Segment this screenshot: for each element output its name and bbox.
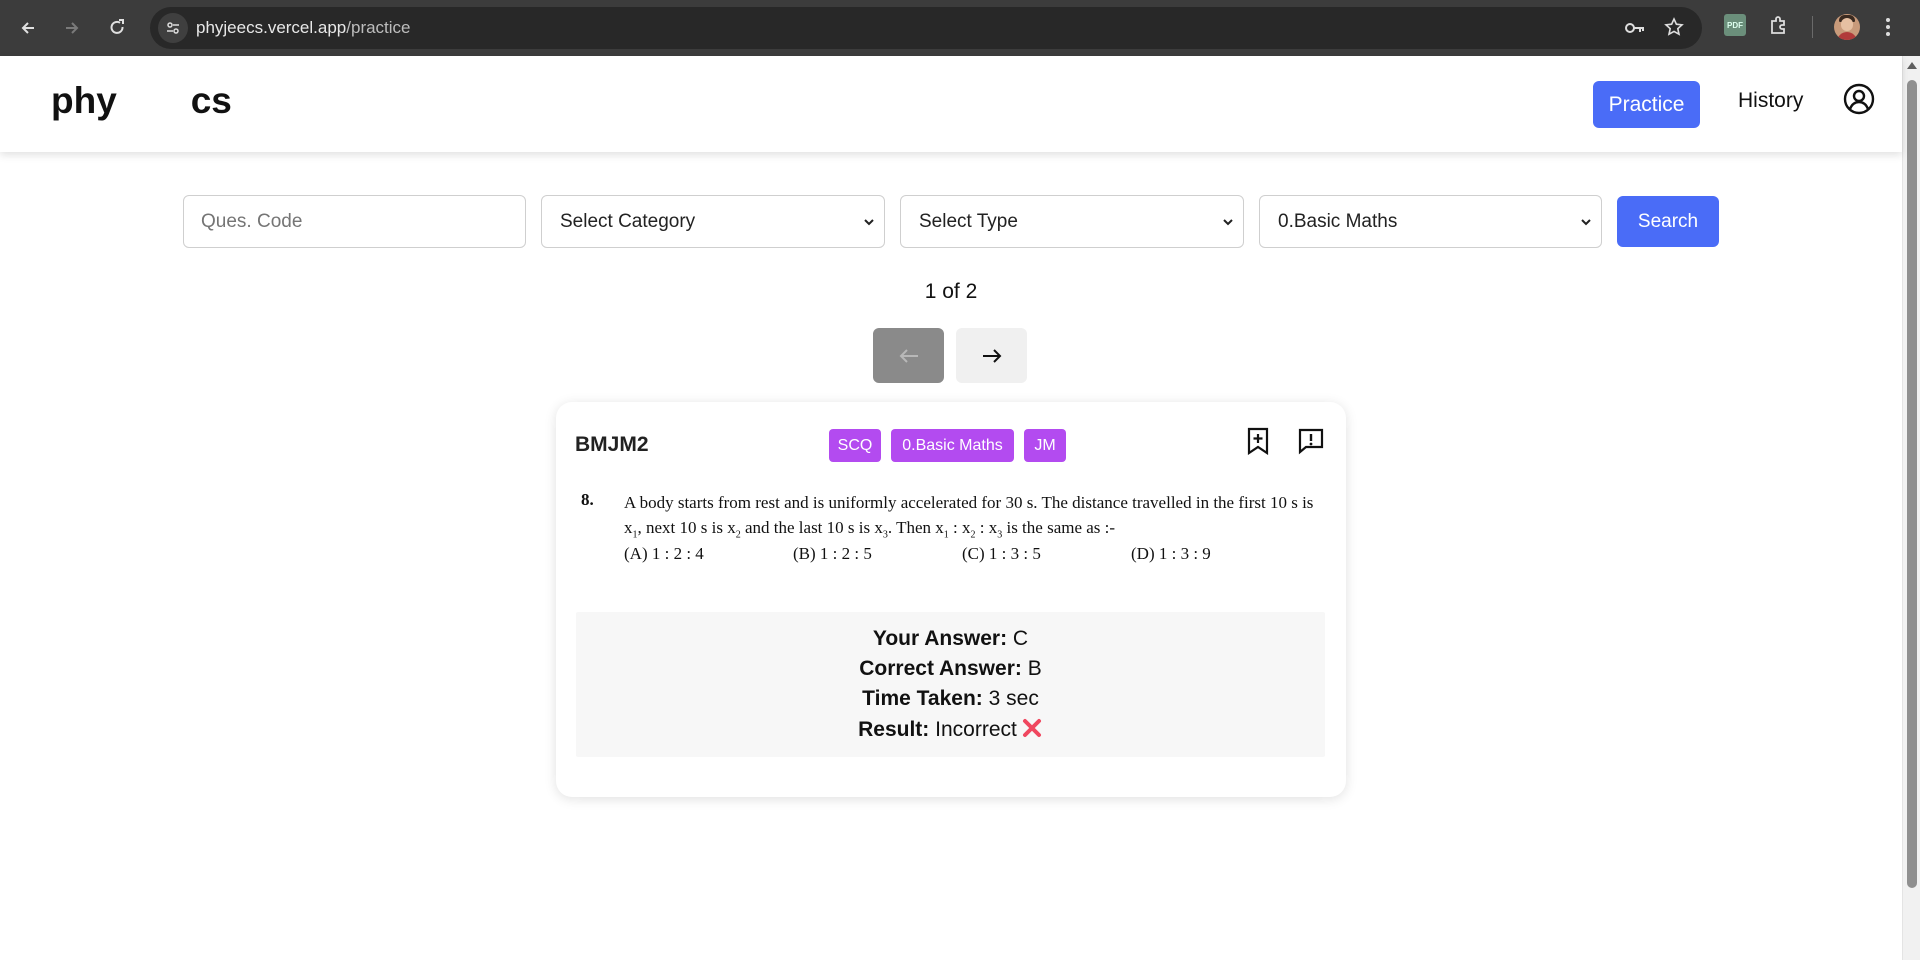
category-select-value: Select Category — [560, 210, 696, 232]
bookmark-star-icon[interactable] — [1664, 17, 1684, 41]
password-key-icon[interactable] — [1624, 18, 1646, 42]
page-indicator: 1 of 2 — [924, 280, 978, 303]
scrollbar-thumb[interactable] — [1907, 80, 1917, 888]
chevron-down-icon — [1581, 219, 1591, 226]
site-logo[interactable]: phy JEE cs — [51, 70, 232, 132]
nav-practice-button[interactable]: Practice — [1593, 81, 1700, 128]
result-row: Result: Incorrect — [576, 717, 1325, 742]
option-d: (D) 1 : 3 : 9 — [1131, 544, 1211, 563]
chapter-select[interactable]: 0.Basic Maths — [1259, 195, 1602, 248]
category-select[interactable]: Select Category — [541, 195, 885, 248]
type-select-value: Select Type — [919, 210, 1018, 232]
extensions-puzzle-icon[interactable] — [1768, 14, 1790, 40]
app-header: phy JEE cs Practice History — [0, 56, 1902, 152]
reload-icon — [110, 19, 124, 34]
scroll-up-icon[interactable] — [1907, 62, 1917, 69]
report-issue-icon[interactable] — [1297, 427, 1325, 459]
question-code: BMJM2 — [575, 433, 649, 456]
user-account-icon[interactable] — [1843, 83, 1875, 119]
reload-button[interactable] — [103, 14, 131, 42]
url-text: phyjeecs.vercel.app/practice — [196, 18, 411, 37]
previous-page-button[interactable] — [873, 328, 944, 383]
your-answer-row: Your Answer: C — [872, 627, 1029, 650]
address-bar[interactable]: phyjeecs.vercel.app/practice — [150, 7, 1702, 49]
site-info-icon[interactable] — [158, 13, 188, 43]
option-a: (A) 1 : 2 : 4 — [624, 544, 704, 563]
next-page-button[interactable] — [956, 328, 1027, 383]
browser-toolbar: phyjeecs.vercel.app/practice PDF — [0, 0, 1920, 56]
question-number: 8. — [581, 490, 594, 509]
nav-history-link[interactable]: History — [1738, 89, 1803, 113]
tag-question-type: SCQ — [829, 429, 881, 462]
question-line-2: x1, next 10 s is x2 and the last 10 s is… — [624, 518, 1116, 541]
chevron-down-icon — [1223, 219, 1233, 226]
profile-avatar[interactable] — [1834, 14, 1860, 40]
back-arrow-icon — [21, 22, 34, 34]
chevron-down-icon — [864, 219, 874, 226]
result-panel: Your Answer: C Correct Answer: B Time Ta… — [576, 612, 1325, 757]
ques-code-input[interactable]: Ques. Code — [183, 195, 526, 248]
option-b: (B) 1 : 2 : 5 — [793, 544, 872, 563]
correct-answer-row: Correct Answer: B — [859, 657, 1042, 680]
option-c: (C) 1 : 3 : 5 — [962, 544, 1041, 563]
question-text: A body starts from rest and is uniformly… — [624, 490, 1324, 547]
bookmark-add-icon[interactable] — [1246, 427, 1270, 459]
toolbar-divider — [1812, 16, 1813, 38]
type-select[interactable]: Select Type — [900, 195, 1244, 248]
question-line-1: A body starts from rest and is uniformly… — [624, 493, 1314, 512]
browser-menu-icon[interactable] — [1884, 16, 1892, 42]
search-button[interactable]: Search — [1617, 196, 1719, 247]
cross-mark-icon — [1022, 719, 1041, 737]
tag-source: JM — [1024, 429, 1066, 462]
time-taken-row: Time Taken: 3 sec — [862, 687, 1039, 710]
back-button[interactable] — [14, 14, 42, 42]
right-arrow-icon — [982, 348, 1001, 363]
question-card: BMJM2 SCQ 0.Basic Maths JM 8. A body sta… — [556, 402, 1346, 797]
forward-arrow-icon — [66, 22, 79, 34]
left-arrow-icon — [899, 348, 918, 363]
pdf-extension-icon[interactable]: PDF — [1724, 14, 1746, 36]
tag-chapter: 0.Basic Maths — [891, 429, 1014, 462]
forward-button[interactable] — [58, 14, 86, 42]
chapter-select-value: 0.Basic Maths — [1278, 210, 1398, 232]
page-scrollbar[interactable] — [1902, 56, 1920, 960]
